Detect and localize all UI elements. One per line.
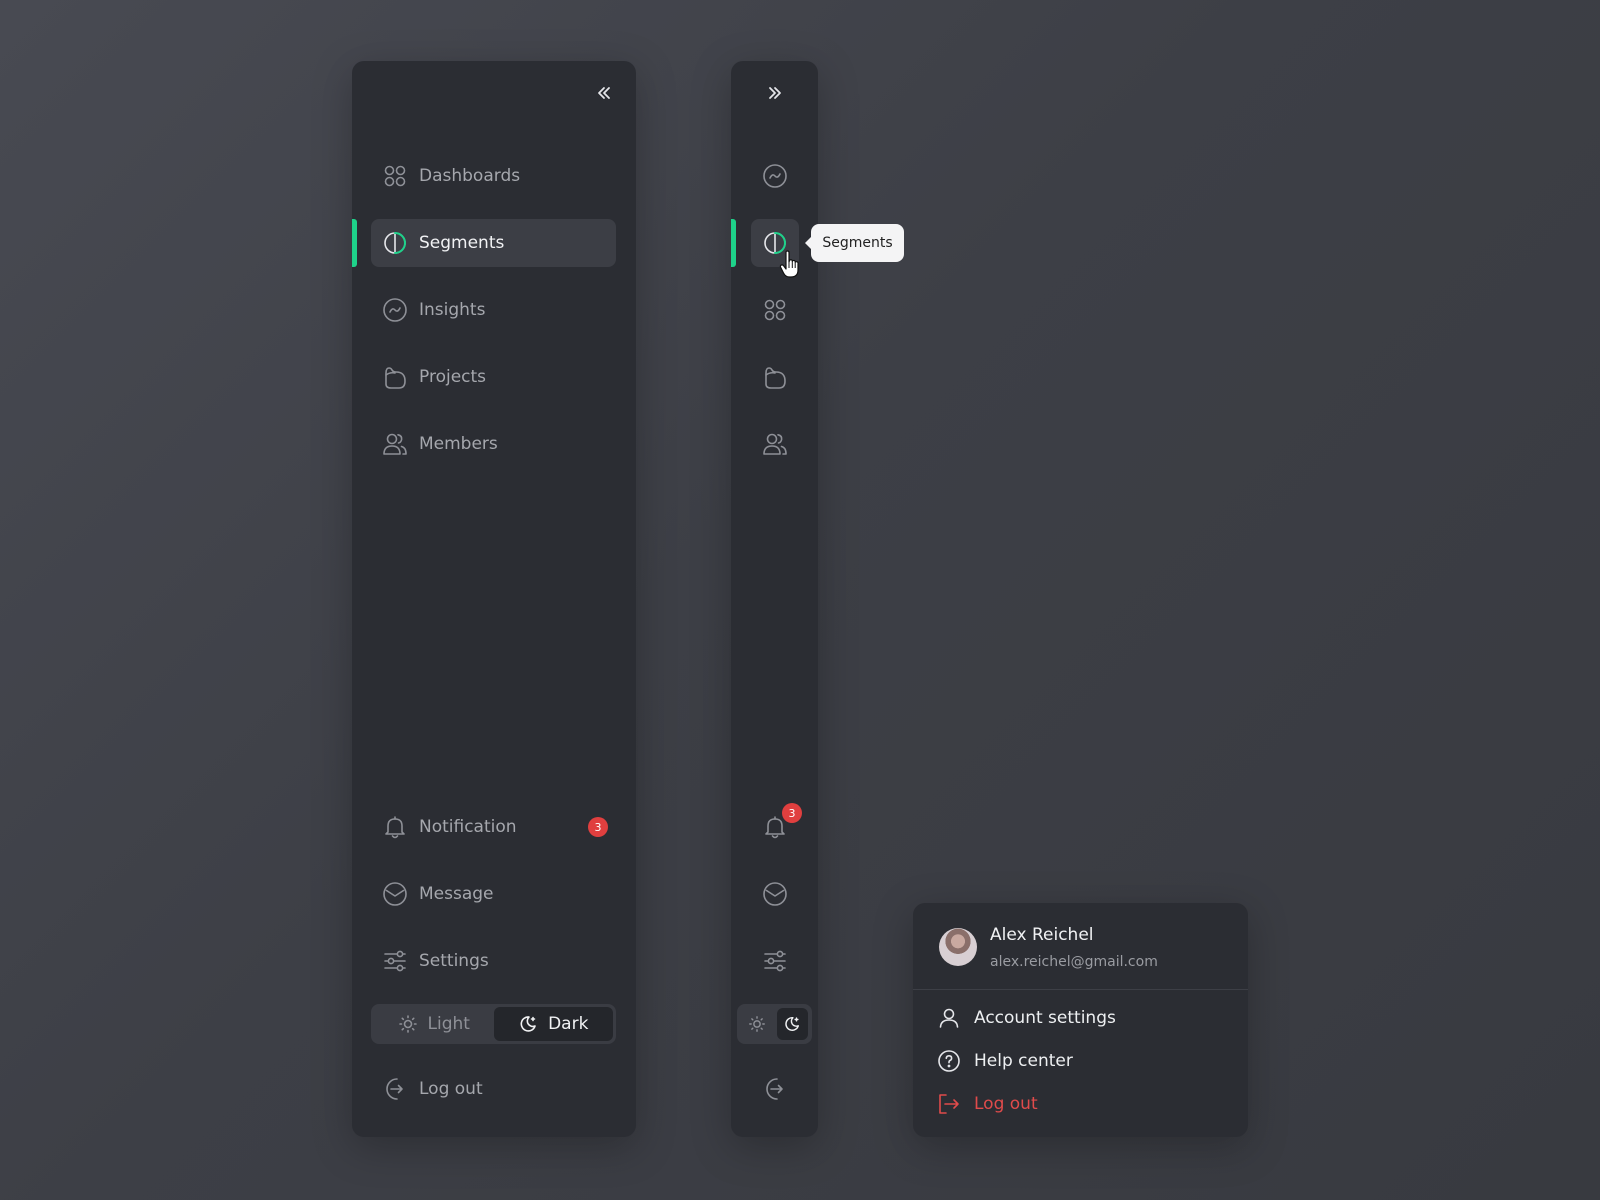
half-circle-icon (382, 230, 408, 256)
hand-cursor-icon (779, 250, 803, 280)
logout-circle-icon (382, 1076, 408, 1102)
folder-icon (762, 364, 788, 390)
theme-dark-label: Dark (548, 1014, 589, 1034)
collapsed-item-projects[interactable] (751, 353, 799, 401)
collapsed-item-insights[interactable] (751, 152, 799, 200)
logout-circle-icon (762, 1076, 788, 1102)
chevrons-right-icon (766, 84, 784, 106)
logout-item[interactable]: Log out (937, 1092, 1038, 1116)
users-icon (762, 431, 788, 457)
sliders-icon (762, 948, 788, 974)
bell-icon (382, 814, 408, 840)
moon-icon (783, 1015, 801, 1033)
user-icon (937, 1006, 961, 1030)
profile-menu: Alex Reichel alex.reichel@gmail.com Acco… (913, 903, 1248, 1137)
sidebar-item-label: Dashboards (419, 166, 521, 186)
logout-label: Log out (974, 1094, 1038, 1114)
grid-icon (762, 297, 788, 323)
sun-icon (748, 1015, 766, 1033)
help-circle-icon (937, 1049, 961, 1073)
expanded-sidebar: Dashboards Segments Insights Projects Me… (352, 61, 636, 1137)
sidebar-item-insights[interactable]: Insights (371, 286, 616, 334)
avatar[interactable] (939, 928, 977, 966)
sidebar-item-message[interactable]: Message (371, 870, 616, 918)
users-icon (382, 431, 408, 457)
mail-icon (762, 881, 788, 907)
notification-badge: 3 (588, 817, 608, 837)
sidebar-item-segments[interactable]: Segments (371, 219, 616, 267)
sidebar-item-members[interactable]: Members (371, 420, 616, 468)
collapsed-item-message[interactable] (751, 870, 799, 918)
collapsed-theme-toggle (737, 1004, 812, 1044)
sidebar-item-label: Insights (419, 300, 486, 320)
sliders-icon (382, 948, 408, 974)
theme-dark-option[interactable] (776, 1008, 808, 1040)
sidebar-item-label: Projects (419, 367, 487, 387)
sidebar-item-projects[interactable]: Projects (371, 353, 616, 401)
mail-icon (382, 881, 408, 907)
sidebar-item-label: Settings (419, 951, 489, 971)
expand-sidebar-button[interactable] (759, 79, 791, 111)
profile-name: Alex Reichel (990, 925, 1094, 945)
trend-circle-icon (762, 163, 788, 189)
sidebar-item-label: Message (419, 884, 494, 904)
chevrons-left-icon (595, 84, 613, 106)
segments-tooltip: Segments (805, 224, 904, 262)
sidebar-item-label: Log out (419, 1079, 483, 1099)
theme-light-label: Light (427, 1014, 470, 1034)
theme-light-option[interactable] (741, 1008, 773, 1040)
logout-icon (937, 1092, 961, 1116)
collapse-sidebar-button[interactable] (588, 79, 620, 111)
sidebar-item-settings[interactable]: Settings (371, 937, 616, 985)
active-indicator (731, 219, 736, 267)
active-indicator (352, 219, 357, 267)
sidebar-item-notification[interactable]: Notification 3 (371, 803, 616, 851)
sidebar-item-label: Segments (419, 233, 505, 253)
help-center-item[interactable]: Help center (937, 1049, 1073, 1073)
sun-icon (398, 1014, 418, 1034)
account-settings-label: Account settings (974, 1008, 1116, 1028)
theme-light-option[interactable]: Light (374, 1007, 494, 1041)
notification-badge: 3 (782, 803, 802, 823)
sidebar-item-dashboards[interactable]: Dashboards (371, 152, 616, 200)
collapsed-item-members[interactable] (751, 420, 799, 468)
moon-icon (518, 1014, 538, 1034)
sidebar-item-label: Members (419, 434, 498, 454)
folder-icon (382, 364, 408, 390)
collapsed-item-notification[interactable]: 3 (751, 803, 802, 851)
trend-circle-icon (382, 297, 408, 323)
collapsed-item-logout[interactable] (751, 1065, 799, 1113)
collapsed-sidebar: 3 (731, 61, 818, 1137)
collapsed-item-dashboards[interactable] (751, 286, 799, 334)
theme-toggle: Light Dark (371, 1004, 616, 1044)
theme-dark-option[interactable]: Dark (493, 1007, 613, 1041)
collapsed-item-settings[interactable] (751, 937, 799, 985)
profile-email: alex.reichel@gmail.com (990, 954, 1158, 970)
help-center-label: Help center (974, 1051, 1073, 1071)
grid-icon (382, 163, 408, 189)
sidebar-item-label: Notification (419, 817, 517, 837)
account-settings-item[interactable]: Account settings (937, 1006, 1116, 1030)
profile-header: Alex Reichel alex.reichel@gmail.com (913, 903, 1248, 990)
sidebar-item-logout[interactable]: Log out (371, 1065, 616, 1113)
